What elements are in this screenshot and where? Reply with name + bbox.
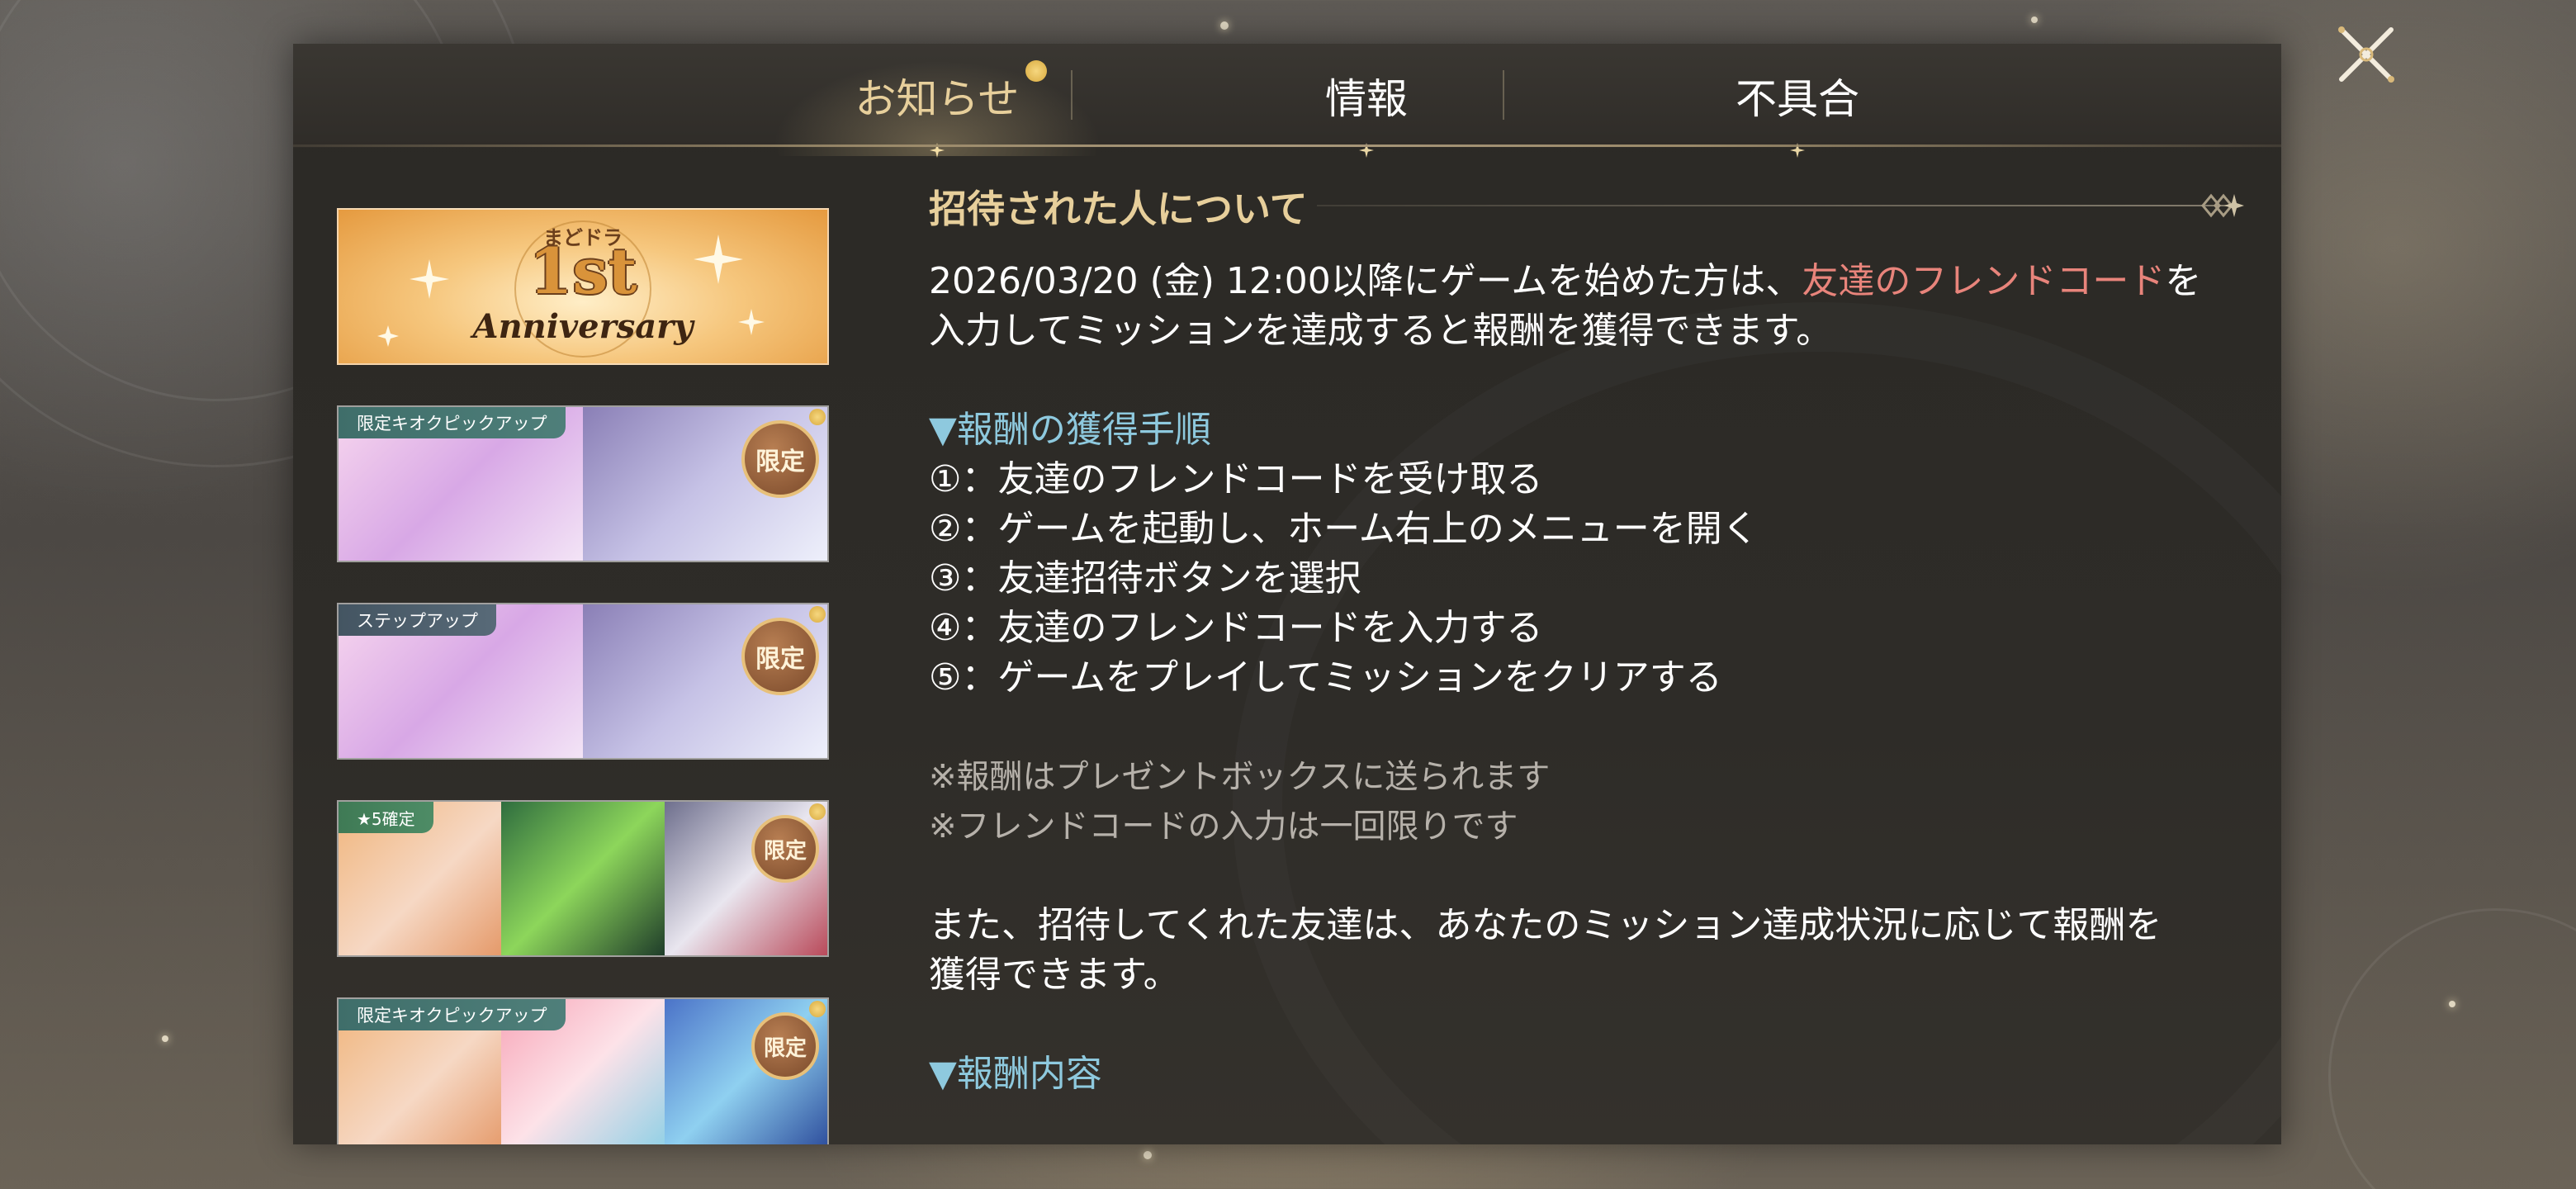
banner-tag: ★5確定	[339, 802, 433, 833]
article-body: 招待された人について 2026/03/20 (金) 12:00以降にゲームを始め…	[929, 181, 2242, 1099]
limited-badge: 限定	[751, 1012, 819, 1080]
tab-label: 不具合	[1735, 75, 1859, 123]
limited-badge: 限定	[741, 618, 819, 695]
notice-panel: お知らせ 情報 不具合 まどドラ 1st Anniversary 限定キオクピッ…	[293, 44, 2281, 1144]
sparkle	[2031, 17, 2038, 23]
rewards-heading: ▼報酬内容	[929, 1053, 1102, 1095]
step-item: ③：友達招待ボタンを選択	[929, 557, 1361, 599]
tab-divider	[1071, 70, 1073, 120]
tab-label: 情報	[1325, 75, 1408, 123]
sparkle	[2449, 1001, 2455, 1007]
intro-text: 2026/03/20 (金) 12:00以降にゲームを始めた方は、	[929, 260, 1802, 302]
new-dot-icon	[809, 606, 826, 623]
close-x-icon	[2338, 26, 2394, 83]
banner-tag: 限定キオクピックアップ	[339, 999, 566, 1030]
paragraph-line: また、招待してくれた友達は、あなたのミッション達成状況に応じて報酬を	[929, 904, 2162, 946]
banner-anniversary[interactable]: まどドラ 1st Anniversary	[337, 208, 829, 365]
tab-divider	[1503, 70, 1504, 120]
banner-limited-pickup[interactable]: 限定キオクピックアップ 限定	[337, 405, 829, 562]
tab-bar: お知らせ 情報 不具合	[293, 44, 2281, 158]
banner-limited-pickup-2[interactable]: 限定キオクピックアップ 限定	[337, 997, 829, 1144]
background-ornament	[2328, 908, 2576, 1189]
anniversary-number: 1st	[528, 234, 637, 308]
step-item: ④：友達のフレンドコードを入力する	[929, 607, 1543, 649]
new-dot-icon	[809, 1001, 826, 1017]
tab-bugs[interactable]: 不具合	[1583, 44, 2012, 158]
step-item: ①：友達のフレンドコードを受け取る	[929, 458, 1543, 500]
banner-five-star-guaranteed[interactable]: ★5確定 限定	[337, 800, 829, 957]
sparkle	[1144, 1151, 1152, 1159]
note-item: ※フレンドコードの入力は一回限りです	[929, 808, 1518, 846]
intro-line-1: 2026/03/20 (金) 12:00以降にゲームを始めた方は、友達のフレンド…	[929, 257, 2242, 306]
banner-tag: 限定キオクピックアップ	[339, 407, 566, 438]
new-dot-icon	[809, 803, 826, 820]
tab-notices[interactable]: お知らせ	[722, 44, 1152, 158]
anniversary-word: Anniversary	[472, 307, 694, 346]
sparkle	[162, 1035, 168, 1042]
friend-code-highlight: 友達のフレンドコード	[1802, 260, 2166, 302]
new-dot-icon	[809, 409, 826, 425]
tab-label: お知らせ	[855, 75, 1020, 123]
limited-badge: 限定	[751, 815, 819, 883]
article-title: 招待された人について	[929, 187, 1308, 231]
step-item: ⑤：ゲームをプレイしてミッションをクリアする	[929, 656, 1722, 699]
step-item: ②：ゲームを起動し、ホーム右上のメニューを開く	[929, 508, 1759, 550]
tab-info[interactable]: 情報	[1152, 44, 1581, 158]
intro-text: を	[2165, 260, 2202, 302]
banner-step-up[interactable]: ステップアップ 限定	[337, 603, 829, 760]
close-button[interactable]	[2333, 21, 2399, 88]
steps-heading: ▼報酬の獲得手順	[929, 409, 1211, 451]
banner-tag: ステップアップ	[339, 604, 496, 636]
new-dot-icon	[1025, 60, 1047, 82]
paragraph-line: 獲得できます。	[929, 954, 1180, 996]
tab-underline	[293, 144, 2281, 147]
character-art	[501, 802, 665, 955]
limited-badge: 限定	[741, 420, 819, 498]
note-item: ※報酬はプレゼントボックスに送られます	[929, 758, 1551, 796]
sparkle	[1220, 21, 1229, 30]
intro-line-2: 入力してミッションを達成すると報酬を獲得できます。	[929, 310, 1833, 352]
